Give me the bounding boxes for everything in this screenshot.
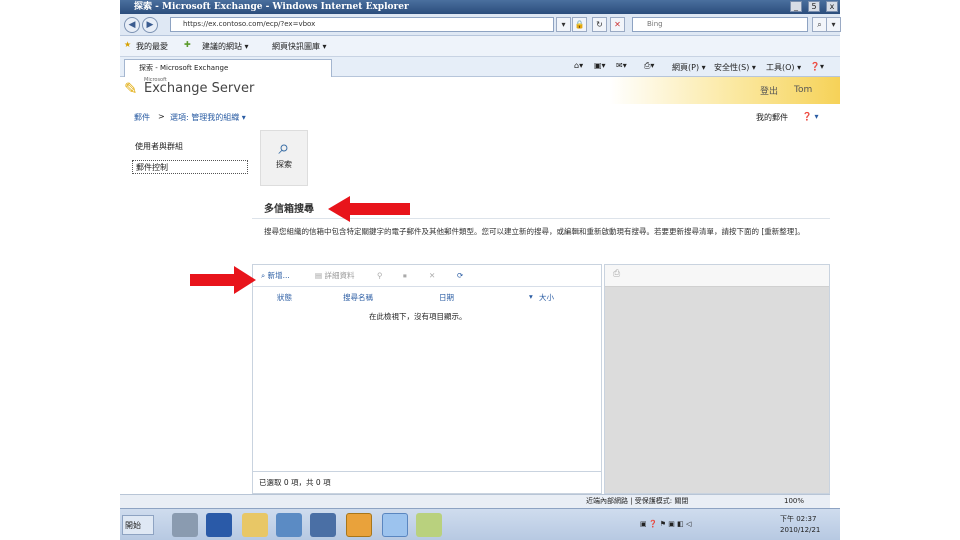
tools-icon[interactable]: [416, 513, 442, 537]
minimize-button[interactable]: _: [790, 1, 802, 12]
security-zone: 近端內部網路 | 受保護模式: 關閉: [586, 497, 689, 505]
column-status[interactable]: 狀態: [277, 292, 292, 303]
exchange-header: ✎ Microsoft Exchange Server 登出 Tom: [120, 77, 840, 104]
taskbar: 開始 ▣ ❓ ⚑ ▣ ◧ ◁ 下午 02:37 2010/12/21: [120, 508, 840, 540]
column-date[interactable]: 日期: [439, 292, 454, 303]
details-label: 詳細資料: [324, 271, 355, 280]
section-title: 多信箱搜尋: [264, 204, 314, 215]
favorites-bar: ★ 我的最愛 ✚ 建議的網站 ▾ 網頁快訊圖庫 ▾: [120, 36, 840, 57]
page-menu[interactable]: 網頁(P) ▾: [672, 62, 706, 73]
browser-tab-label: 探索 - Microsoft Exchange: [139, 64, 229, 72]
red-arrow-new-icon: [190, 266, 256, 294]
exchange-console-icon[interactable]: [276, 513, 302, 537]
delete-icon[interactable]: ✕: [429, 269, 435, 283]
nav-item-label: 郵件控制: [136, 163, 168, 172]
nav-item-users-groups[interactable]: 使用者與群組: [132, 140, 250, 154]
web-slice-gallery-link[interactable]: 網頁快訊圖庫 ▾: [272, 41, 327, 52]
column-search-name[interactable]: 搜尋名稱: [343, 292, 373, 303]
discovery-icon: ⌕: [278, 135, 290, 159]
back-icon[interactable]: ◀: [124, 17, 140, 33]
new-search-button[interactable]: ⌕ 新增...: [261, 269, 290, 283]
favorites-button[interactable]: 我的最愛: [136, 41, 168, 52]
preview-toolbar: ⎙: [605, 265, 829, 287]
url-dropdown-icon[interactable]: ▾: [556, 17, 571, 32]
breadcrumb: 郵件 > 選項: 管理我的組織 ▾ 我的郵件 ❓ ▾: [120, 104, 840, 130]
system-tray: ▣ ❓ ⚑ ▣ ◧ ◁ 下午 02:37 2010/12/21: [640, 511, 840, 539]
search-icon[interactable]: ⌕: [812, 17, 827, 32]
home-icon[interactable]: ⌂▾: [574, 61, 583, 70]
new-label: 新增...: [267, 271, 290, 280]
column-size[interactable]: 大小: [539, 292, 554, 303]
feeds-icon[interactable]: ▣▾: [594, 61, 606, 70]
discovery-tile[interactable]: ⌕ 探索: [260, 130, 308, 186]
server-manager-icon[interactable]: [172, 513, 198, 537]
window-title-bar: 探索 - Microsoft Exchange - Windows Intern…: [120, 0, 840, 14]
lock-icon[interactable]: 🔒: [572, 17, 587, 32]
print-icon[interactable]: ⎙▾: [644, 61, 654, 71]
left-navigation: 使用者與群組 郵件控制: [128, 136, 252, 494]
mail-icon[interactable]: ✉▾: [616, 61, 627, 70]
zoom-level[interactable]: 100%: [784, 495, 804, 508]
empty-message: 在此檢視下，沒有項目顯示。: [369, 312, 467, 321]
search-list: ⌕ 新增... ▤ 詳細資料 ⚲ ⏹ ✕ ⟳ 狀態 搜尋名稱 日期 ▾ 大小 在…: [252, 264, 602, 494]
list-header: 狀態 搜尋名稱 日期 ▾ 大小: [253, 289, 601, 305]
my-mail-link[interactable]: 我的郵件: [756, 112, 788, 123]
start-search-icon[interactable]: ⚲: [377, 269, 383, 283]
help-link[interactable]: ❓ ▾: [802, 112, 819, 121]
breadcrumb-root[interactable]: 郵件: [134, 112, 150, 123]
stop-icon[interactable]: ✕: [610, 17, 625, 32]
breadcrumb-separator: >: [158, 112, 165, 121]
browser-tab[interactable]: 探索 - Microsoft Exchange: [124, 59, 332, 77]
clock-date: 2010/12/21: [780, 526, 821, 534]
stop-search-icon[interactable]: ⏹: [403, 269, 407, 283]
address-bar-row: ◀ ▶ https://ex.contoso.com/ecp/?ex=vbox …: [120, 14, 841, 36]
start-button[interactable]: 開始: [122, 515, 154, 535]
outlook-icon[interactable]: [346, 513, 372, 537]
explorer-icon[interactable]: [242, 513, 268, 537]
red-arrow-title-icon: [328, 196, 410, 222]
start-label: 開始: [125, 521, 141, 530]
close-button[interactable]: x: [826, 1, 838, 12]
nav-item-mail-control[interactable]: 郵件控制: [132, 160, 248, 174]
sort-desc-icon: ▾: [529, 292, 533, 301]
forward-icon[interactable]: ▶: [142, 17, 158, 33]
add-favorite-icon[interactable]: ✚: [184, 40, 191, 49]
help-menu[interactable]: ❓▾: [810, 62, 824, 71]
tab-command-bar: 探索 - Microsoft Exchange ⌂▾ ▣▾ ✉▾ ⎙▾ 網頁(P…: [120, 57, 840, 77]
discovery-tile-label: 探索: [276, 160, 292, 169]
clock-time: 下午 02:37: [780, 515, 817, 523]
signout-link[interactable]: 登出: [760, 84, 778, 97]
preview-pane: ⎙: [604, 264, 830, 494]
print-preview-icon[interactable]: ⎙: [613, 269, 620, 279]
suggested-sites-link[interactable]: 建議的網站 ▾: [202, 41, 249, 52]
section-description: 搜尋您組織的信箱中包含特定關鍵字的電子郵件及其他郵件類型。您可以建立新的搜尋，或…: [264, 227, 805, 236]
url-input[interactable]: https://ex.contoso.com/ecp/?ex=vbox: [170, 17, 554, 32]
maximize-button[interactable]: 5: [808, 1, 820, 12]
refresh-icon[interactable]: ↻: [592, 17, 607, 32]
brand-title: Exchange Server: [144, 81, 255, 96]
tools-menu[interactable]: 工具(O) ▾: [766, 62, 801, 73]
internet-explorer-icon[interactable]: [382, 513, 408, 537]
search-options-icon[interactable]: ▾: [826, 17, 841, 32]
star-icon: ★: [124, 40, 132, 49]
breadcrumb-current[interactable]: 選項: 管理我的組織 ▾: [170, 112, 246, 123]
powershell-icon[interactable]: [206, 513, 232, 537]
search-input[interactable]: Bing: [632, 17, 808, 32]
refresh-list-icon[interactable]: ⟳: [457, 269, 463, 283]
network-icon[interactable]: [310, 513, 336, 537]
tray-icons[interactable]: ▣ ❓ ⚑ ▣ ◧ ◁: [640, 520, 691, 528]
details-button[interactable]: ▤ 詳細資料: [315, 269, 354, 283]
user-name: Tom: [794, 85, 813, 95]
list-toolbar: ⌕ 新增... ▤ 詳細資料 ⚲ ⏹ ✕ ⟳: [253, 265, 601, 287]
status-bar: 近端內部網路 | 受保護模式: 關閉 100%: [120, 494, 830, 508]
safety-menu[interactable]: 安全性(S) ▾: [714, 62, 756, 73]
list-footer: 已選取 0 項，共 0 項: [253, 471, 601, 493]
exchange-logo-icon: ✎: [124, 79, 138, 98]
main-content: ⌕ 探索 多信箱搜尋 搜尋您組織的信箱中包含特定關鍵字的電子郵件及其他郵件類型。…: [252, 130, 830, 494]
window-title: 探索 - Microsoft Exchange - Windows Intern…: [134, 2, 409, 12]
nav-item-label: 使用者與群組: [135, 142, 183, 151]
